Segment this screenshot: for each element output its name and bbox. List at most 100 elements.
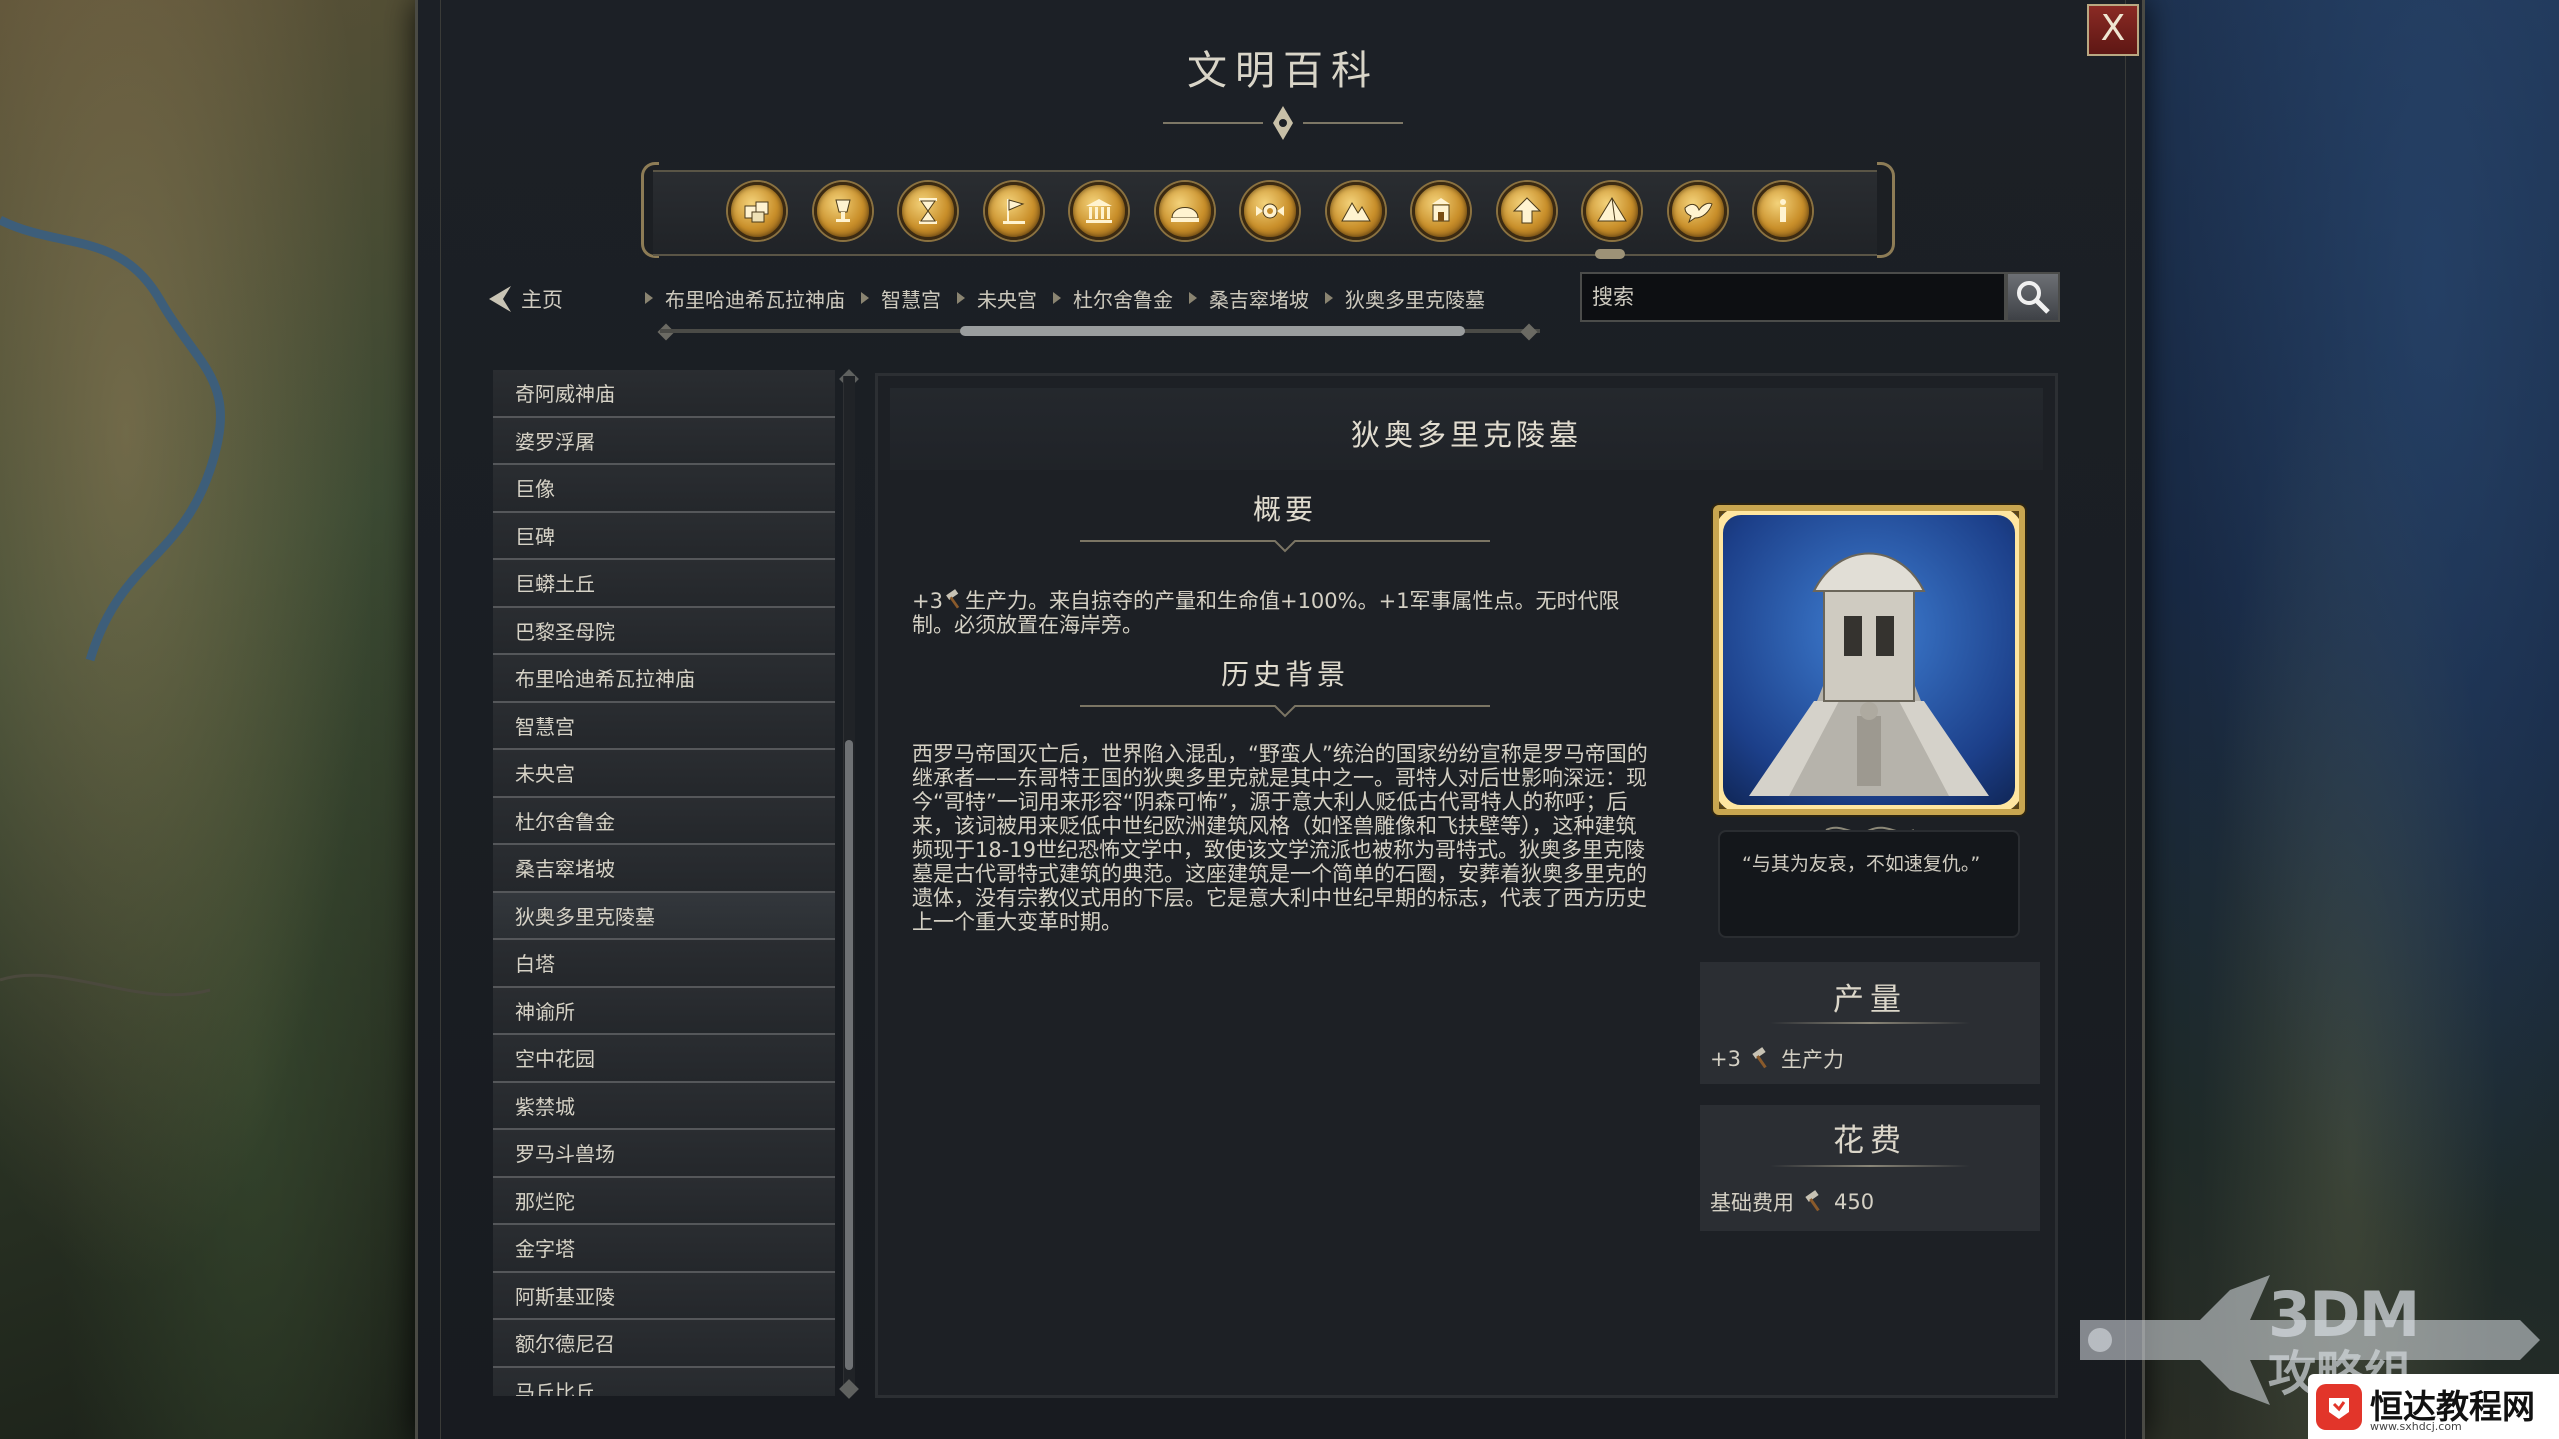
mountain-icon [1341, 202, 1371, 222]
category-terrain-button[interactable] [1327, 182, 1385, 240]
list-item[interactable]: 白塔 [493, 940, 835, 988]
category-units-button[interactable] [728, 182, 786, 240]
list-item[interactable]: 桑吉窣堵坡 [493, 845, 835, 893]
arrow-up-icon [1512, 197, 1542, 224]
category-concepts-button[interactable] [1754, 182, 1812, 240]
breadcrumb-item[interactable]: 未央宫 [957, 284, 1037, 313]
mausoleum-illustration [1719, 511, 2019, 809]
list-item[interactable]: 马丘比丘 [493, 1367, 835, 1396]
list-item[interactable]: 杜尔舍鲁金 [493, 797, 835, 845]
boxes-icon [744, 201, 769, 223]
active-category-marker [1595, 249, 1625, 259]
category-wonders-button[interactable] [1583, 182, 1641, 240]
yield-value: +3 [1710, 1047, 1741, 1071]
yield-label: 生产力 [1780, 1048, 1844, 1072]
overview-text: +3 生产力。来自掠夺的产量和生命值+100%。+1军事属性点。无时代限制。必须放… [912, 589, 1652, 637]
dome-icon [1171, 207, 1199, 222]
list-item[interactable]: 神谕所 [493, 987, 835, 1035]
list-item[interactable]: 罗马斗兽场 [493, 1130, 835, 1178]
chevron-right-icon [1189, 292, 1197, 304]
breadcrumb-item[interactable]: 智慧宫 [861, 284, 941, 313]
window-title: 文明百科 [1187, 48, 1379, 94]
map-background-right [2140, 0, 2559, 1439]
list-item[interactable]: 巴黎圣母院 [493, 607, 835, 655]
detail-header: 狄奥多里克陵墓 [890, 388, 2043, 470]
category-resources-button[interactable] [1156, 182, 1214, 240]
list-item[interactable]: 布里哈迪希瓦拉神庙 [493, 655, 835, 703]
list-item[interactable]: 巨蟒土丘 [493, 560, 835, 608]
search-button[interactable] [2006, 272, 2060, 322]
dove-icon [1684, 202, 1713, 224]
goblet-icon [835, 199, 851, 222]
detail-title: 狄奥多里克陵墓 [1350, 418, 1582, 452]
hammer-icon [1752, 1047, 1767, 1069]
list-item[interactable]: 狄奥多里克陵墓 [493, 892, 835, 940]
chevron-right-icon [645, 292, 653, 304]
search-icon [2017, 281, 2050, 314]
building-icon [1432, 198, 1450, 222]
overview-heading-ornament [1080, 540, 1490, 553]
category-promotions-button[interactable] [1498, 182, 1556, 240]
close-button[interactable]: X [2087, 4, 2139, 56]
history-text: 西罗马帝国灭亡后，世界陷入混乱，“野蛮人”统治的国家纷纷宣称是罗马帝国的继承者—… [912, 742, 1648, 934]
cost-value: 450 [1834, 1190, 1875, 1214]
list-item[interactable]: 婆罗浮屠 [493, 417, 835, 465]
category-civilizations-button[interactable] [985, 182, 1043, 240]
breadcrumb-item-current[interactable]: 狄奥多里克陵墓 [1325, 284, 1485, 313]
list-item[interactable]: 阿斯基亚陵 [493, 1272, 835, 1320]
list-item[interactable]: 额尔德尼召 [493, 1320, 835, 1368]
breadcrumb-scroll-thumb[interactable] [960, 326, 1465, 336]
flag-icon [1003, 199, 1025, 224]
yield-divider [1770, 1022, 1970, 1024]
emblem-icon [1256, 203, 1284, 219]
cost-heading: 花费 [1833, 1123, 1907, 1159]
chevron-right-icon [1325, 292, 1333, 304]
list-item[interactable]: 巨像 [493, 465, 835, 513]
list-item[interactable]: 紫禁城 [493, 1082, 835, 1130]
search-input[interactable] [1580, 272, 2006, 322]
category-eras-button[interactable] [899, 182, 957, 240]
hengda-url: www.sxhdcj.com [2370, 1420, 2462, 1433]
cost-divider [1770, 1165, 1970, 1167]
category-governments-button[interactable] [1070, 182, 1128, 240]
overview-heading: 概要 [1252, 493, 1317, 526]
list-scroll-thumb[interactable] [845, 740, 853, 1370]
list-item[interactable]: 那烂陀 [493, 1177, 835, 1225]
category-buildings-button[interactable] [814, 182, 872, 240]
temple-icon [1086, 199, 1112, 223]
cost-box: 花费 基础费用 450 [1700, 1105, 2040, 1231]
yield-heading: 产量 [1833, 982, 1907, 1018]
breadcrumb-item[interactable]: 桑吉窣堵坡 [1189, 284, 1309, 313]
list-item[interactable]: 奇阿威神庙 [493, 370, 835, 418]
wonder-list: 奇阿威神庙 婆罗浮屠 巨像 巨碑 巨蟒土丘 巴黎圣母院 布里哈迪希瓦拉神庙 智慧宫 未央宫 杜尔舍… [493, 370, 835, 1396]
title-ornament [1163, 106, 1403, 140]
list-item[interactable]: 智慧宫 [493, 702, 835, 750]
hammer-icon [946, 589, 960, 609]
list-item[interactable]: 空中花园 [493, 1035, 835, 1083]
category-bar-right-cap [1877, 162, 1895, 258]
hammer-icon [1805, 1190, 1820, 1212]
category-religions-button[interactable] [1241, 182, 1299, 240]
chevron-right-icon [1053, 292, 1061, 304]
list-item[interactable]: 巨碑 [493, 512, 835, 560]
pyramid-icon [1597, 197, 1627, 222]
yield-box: 产量 +3 生产力 [1700, 962, 2040, 1084]
breadcrumb-item[interactable]: 杜尔舍鲁金 [1053, 284, 1173, 313]
watermark-hengda: 恒达教程网 www.sxhdcj.com [2308, 1374, 2559, 1439]
breadcrumb-item[interactable]: 布里哈迪希瓦拉神庙 [645, 284, 845, 313]
category-diplomacy-button[interactable] [1669, 182, 1727, 240]
cost-label: 基础费用 [1710, 1191, 1794, 1215]
list-item[interactable]: 金字塔 [493, 1225, 835, 1273]
breadcrumb: 布里哈迪希瓦拉神庙 智慧宫 未央宫 杜尔舍鲁金 桑吉窣堵坡 狄奥多里克陵墓 [645, 282, 1501, 314]
category-improvements-button[interactable] [1412, 182, 1470, 240]
cost-row: 基础费用 450 [1710, 1187, 1874, 1217]
list-item[interactable]: 未央宫 [493, 750, 835, 798]
yield-row: +3 生产力 [1710, 1044, 1844, 1074]
home-label: 主页 [521, 288, 563, 312]
overview-prefix: +3 [912, 589, 943, 613]
hourglass-icon [919, 198, 937, 224]
info-icon [1780, 199, 1786, 222]
chevron-right-icon [861, 292, 869, 304]
history-heading-ornament [1080, 705, 1490, 718]
home-link[interactable]: 主页 [485, 283, 563, 315]
